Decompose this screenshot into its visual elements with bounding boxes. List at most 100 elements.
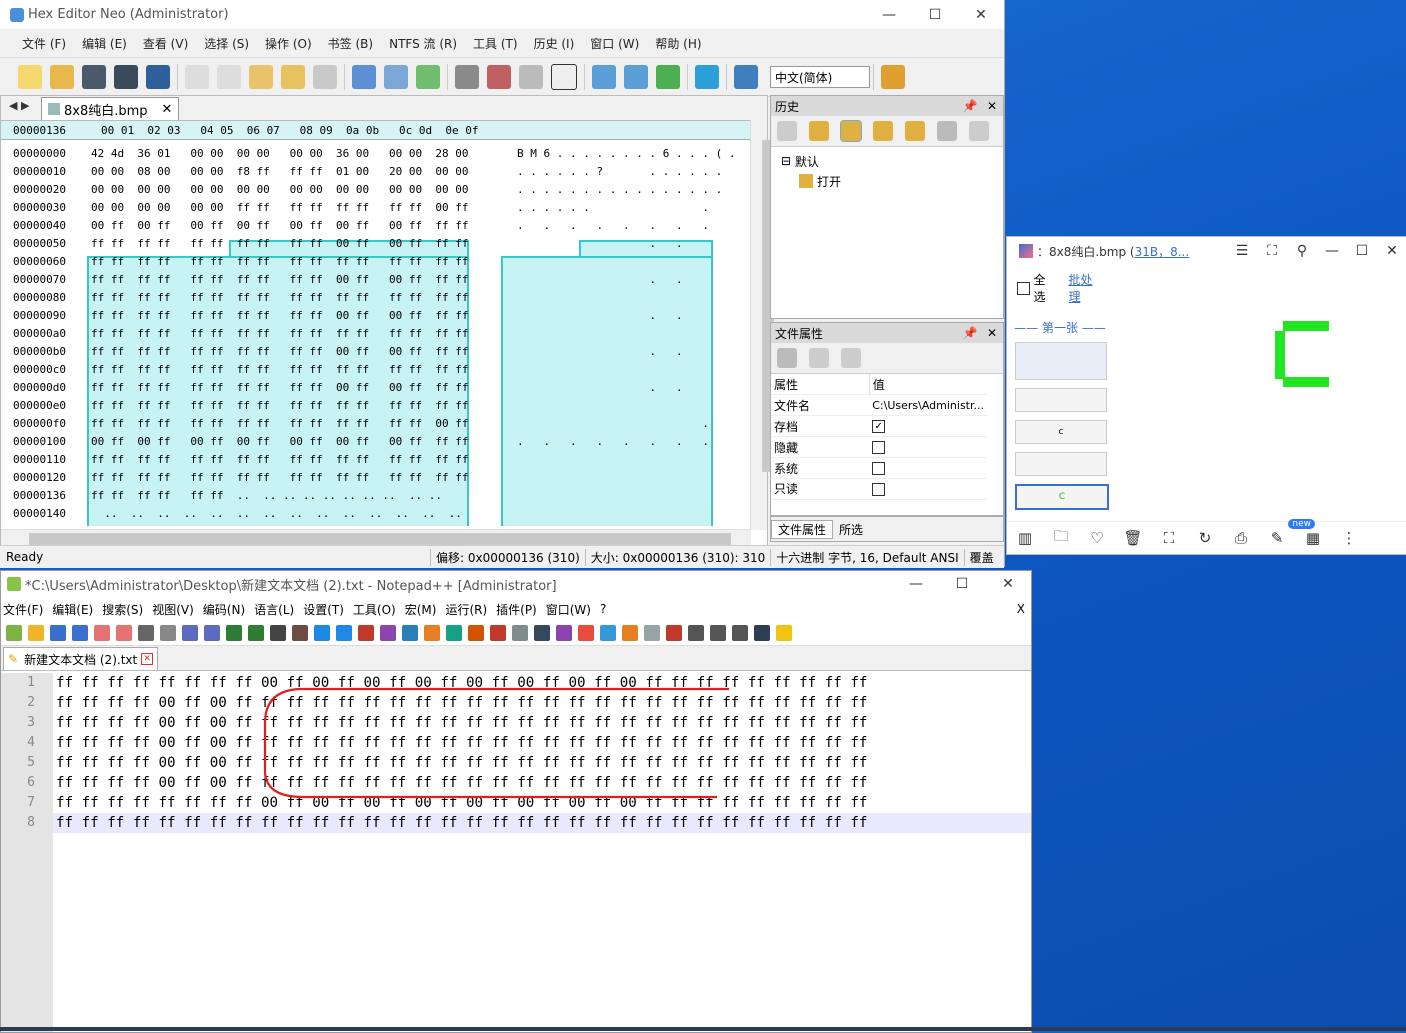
close-button[interactable]: ✕ <box>958 0 1004 29</box>
undo-icon[interactable] <box>185 65 209 89</box>
menu-item[interactable]: 书签 (B) <box>320 35 381 52</box>
tab-selection[interactable]: 所选 <box>833 521 869 538</box>
zoom-in-icon[interactable] <box>314 625 330 641</box>
open-icon[interactable] <box>28 625 44 641</box>
hex-row[interactable]: 00000140 .. .. .. .. .. .. .. .. .. .. .… <box>1 504 736 522</box>
view-hex-icon[interactable] <box>592 65 616 89</box>
play-icon[interactable] <box>644 625 660 641</box>
menu-item[interactable]: 工具 (T) <box>465 35 526 52</box>
history-step-icon[interactable] <box>809 121 829 141</box>
edit-icon[interactable]: ✎ <box>1259 529 1295 547</box>
menu-item[interactable]: 编辑 (E) <box>74 35 135 52</box>
copy-icon[interactable] <box>281 65 305 89</box>
history-root[interactable]: ⊟ 默认 <box>781 151 993 171</box>
history-branch-icon[interactable] <box>873 121 893 141</box>
expand-icon[interactable]: ⊟ <box>781 154 795 168</box>
menu-item[interactable]: 窗口(W) <box>544 601 598 618</box>
archive-checkbox[interactable]: ✓ <box>872 420 886 433</box>
notepad-titlebar[interactable]: *C:\Users\Administrator\Desktop\新建文本文档 (… <box>1 571 1031 597</box>
play-multi-icon[interactable] <box>666 625 682 641</box>
file-info-link[interactable]: 31B，8... <box>1135 245 1190 259</box>
menu-item[interactable]: 工具(O) <box>351 601 403 618</box>
redo-icon[interactable] <box>217 65 241 89</box>
stop-icon[interactable] <box>622 625 638 641</box>
replace-icon[interactable] <box>292 625 308 641</box>
history-add-icon[interactable] <box>905 121 925 141</box>
paste-icon[interactable] <box>313 65 337 89</box>
table-row[interactable]: 只读 <box>771 478 987 500</box>
code-line[interactable]: ff ff ff ff ff ff ff ff ff ff ff ff ff f… <box>53 813 1031 833</box>
hammer-icon[interactable] <box>455 65 479 89</box>
table-row[interactable]: 隐藏 <box>771 436 987 458</box>
batch-process-link[interactable]: 批处理 <box>1069 271 1103 305</box>
favorite-icon[interactable]: ♡ <box>1079 529 1115 547</box>
save-macro-icon[interactable] <box>688 625 704 641</box>
zoom-out-icon[interactable] <box>336 625 352 641</box>
binary-icon[interactable] <box>551 64 577 90</box>
print-icon[interactable]: ⎙ <box>1223 529 1259 547</box>
hex-row[interactable]: 00000110 ff ff ff ff ff ff ff ff ff ff ff… <box>1 450 736 468</box>
close-button[interactable]: ✕ <box>1377 243 1406 259</box>
thumbnail-item[interactable] <box>1015 452 1107 476</box>
hex-rows[interactable]: 00000000 42 4d 36 01 00 00 00 00 00 00 36… <box>1 144 751 526</box>
fullscreen-icon[interactable]: ⛶ <box>1257 243 1287 259</box>
unfold-icon[interactable] <box>490 625 506 641</box>
heart-icon[interactable] <box>732 625 748 641</box>
hex-row[interactable]: 00000030 00 00 00 00 00 00 ff ff ff ff ff… <box>1 198 736 216</box>
print-icon[interactable] <box>138 625 154 641</box>
undo-icon[interactable] <box>226 625 242 641</box>
record-icon[interactable] <box>600 625 616 641</box>
spell-icon[interactable] <box>710 625 726 641</box>
hex-row[interactable]: 00000120 ff ff ff ff ff ff ff ff ff ff ff… <box>1 468 736 486</box>
menu-item[interactable]: 选择 (S) <box>196 35 257 52</box>
hex-row[interactable]: 00000010 00 00 08 00 00 00 f8 ff ff ff 01… <box>1 162 736 180</box>
close-icon[interactable]: ✕ <box>981 326 1003 340</box>
close-icon[interactable]: ✕ <box>981 99 1003 113</box>
hex-row[interactable]: 000000f0 ff ff ff ff ff ff ff ff ff ff ff… <box>1 414 736 432</box>
edit-icon[interactable] <box>249 65 273 89</box>
system-checkbox[interactable] <box>872 462 886 475</box>
find-icon[interactable] <box>270 625 286 641</box>
redo-icon[interactable] <box>248 625 264 641</box>
close-all-icon[interactable] <box>116 625 132 641</box>
menu-item[interactable]: 搜索(S) <box>100 601 150 618</box>
sidebar-toggle-icon[interactable]: ▥ <box>1007 529 1043 547</box>
save-icon[interactable] <box>82 65 106 89</box>
more-icon[interactable]: ⋮ <box>1331 529 1367 547</box>
close-icon[interactable] <box>94 625 110 641</box>
menu-item[interactable]: NTFS 流 (R) <box>381 35 465 52</box>
doc-map-icon[interactable] <box>512 625 528 641</box>
close-tab-icon[interactable]: ✕ <box>162 102 173 117</box>
props-revert-icon[interactable] <box>809 348 829 368</box>
history-back-icon[interactable] <box>777 121 797 141</box>
menu-item[interactable]: 文件 (F) <box>14 35 74 52</box>
tab-file-props[interactable]: 文件属性 <box>771 519 834 539</box>
thumbnail-item-selected[interactable]: C <box>1015 484 1109 510</box>
hex-row[interactable]: 00000060 ff ff ff ff ff ff ff ff ff ff ff… <box>1 252 736 270</box>
export-icon[interactable] <box>352 65 376 89</box>
rotate-icon[interactable]: ↻ <box>1187 529 1223 547</box>
checksum-icon[interactable] <box>519 65 543 89</box>
menu-item[interactable]: 插件(P) <box>494 601 544 618</box>
scroll-thumb[interactable] <box>29 533 731 545</box>
menu-item[interactable]: 窗口 (W) <box>582 35 647 52</box>
indent-guide-icon[interactable] <box>446 625 462 641</box>
thumbnail-item[interactable] <box>1015 342 1107 380</box>
copy-icon[interactable] <box>182 625 198 641</box>
maximize-button[interactable]: ☐ <box>912 0 958 29</box>
hex-view[interactable]: ◀ ▶ 8x8纯白.bmp ✕ 00000136 00 01 02 03 04 … <box>0 95 774 547</box>
select-all-label[interactable]: 全选 <box>1034 271 1057 305</box>
horizontal-scrollbar[interactable] <box>1 529 751 546</box>
save-as-icon[interactable] <box>146 65 170 89</box>
select-all-checkbox[interactable] <box>1017 281 1030 295</box>
cut-icon[interactable] <box>160 625 176 641</box>
menu-icon[interactable]: ☰ <box>1227 243 1257 259</box>
menu-item[interactable]: 运行(R) <box>443 601 494 618</box>
close-document-button[interactable]: X <box>1015 602 1031 616</box>
goto-icon[interactable] <box>416 65 440 89</box>
history-view-icon[interactable] <box>840 120 862 142</box>
hex-row[interactable]: 000000b0 ff ff ff ff ff ff ff ff ff ff 00… <box>1 342 736 360</box>
screen-icon[interactable] <box>695 65 719 89</box>
search-icon[interactable] <box>384 65 408 89</box>
maximize-button[interactable]: ☐ <box>939 576 985 592</box>
